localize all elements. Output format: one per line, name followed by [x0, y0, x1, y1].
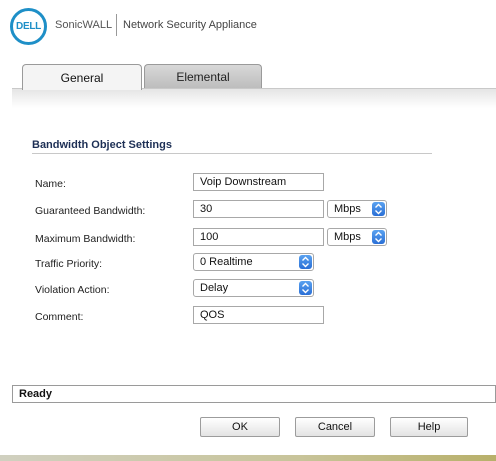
cancel-button[interactable]: Cancel — [295, 417, 375, 437]
section-title: Bandwidth Object Settings — [32, 139, 172, 151]
comment-field[interactable]: QOS — [193, 306, 324, 324]
violation-action-label: Violation Action: — [35, 284, 110, 296]
app-header: DELL SonicWALL Network Security Applianc… — [0, 0, 496, 54]
tab-content-band — [12, 88, 496, 108]
help-button[interactable]: Help — [390, 417, 468, 437]
brand-name: SonicWALL — [55, 19, 113, 31]
violation-action-select[interactable]: Delay — [193, 279, 314, 297]
guaranteed-unit-value: Mbps — [334, 203, 361, 215]
traffic-priority-value: 0 Realtime — [200, 256, 253, 268]
product-name: Network Security Appliance — [123, 19, 257, 31]
tab-general[interactable]: General — [22, 64, 142, 90]
dell-logo: DELL — [10, 8, 47, 45]
guaranteed-bandwidth-label: Guaranteed Bandwidth: — [35, 205, 146, 217]
updown-chevron-icon — [372, 230, 385, 244]
traffic-priority-label: Traffic Priority: — [35, 258, 103, 270]
header-divider — [116, 14, 117, 36]
maximum-unit-select[interactable]: Mbps — [327, 228, 387, 246]
updown-chevron-icon — [299, 255, 312, 269]
window-bottom-edge — [0, 455, 496, 461]
maximum-bandwidth-label: Maximum Bandwidth: — [35, 233, 136, 245]
section-divider — [32, 153, 432, 154]
maximum-unit-value: Mbps — [334, 231, 361, 243]
guaranteed-unit-select[interactable]: Mbps — [327, 200, 387, 218]
comment-label: Comment: — [35, 311, 84, 323]
tab-elemental[interactable]: Elemental — [144, 64, 262, 88]
maximum-bandwidth-field[interactable]: 100 — [193, 228, 324, 246]
updown-chevron-icon — [372, 202, 385, 216]
violation-action-value: Delay — [200, 282, 229, 294]
name-field[interactable]: Voip Downstream — [193, 173, 324, 191]
name-label: Name: — [35, 178, 66, 190]
traffic-priority-select[interactable]: 0 Realtime — [193, 253, 314, 271]
updown-chevron-icon — [299, 281, 312, 295]
guaranteed-bandwidth-field[interactable]: 30 — [193, 200, 324, 218]
ok-button[interactable]: OK — [200, 417, 280, 437]
status-bar: Ready — [12, 385, 496, 403]
